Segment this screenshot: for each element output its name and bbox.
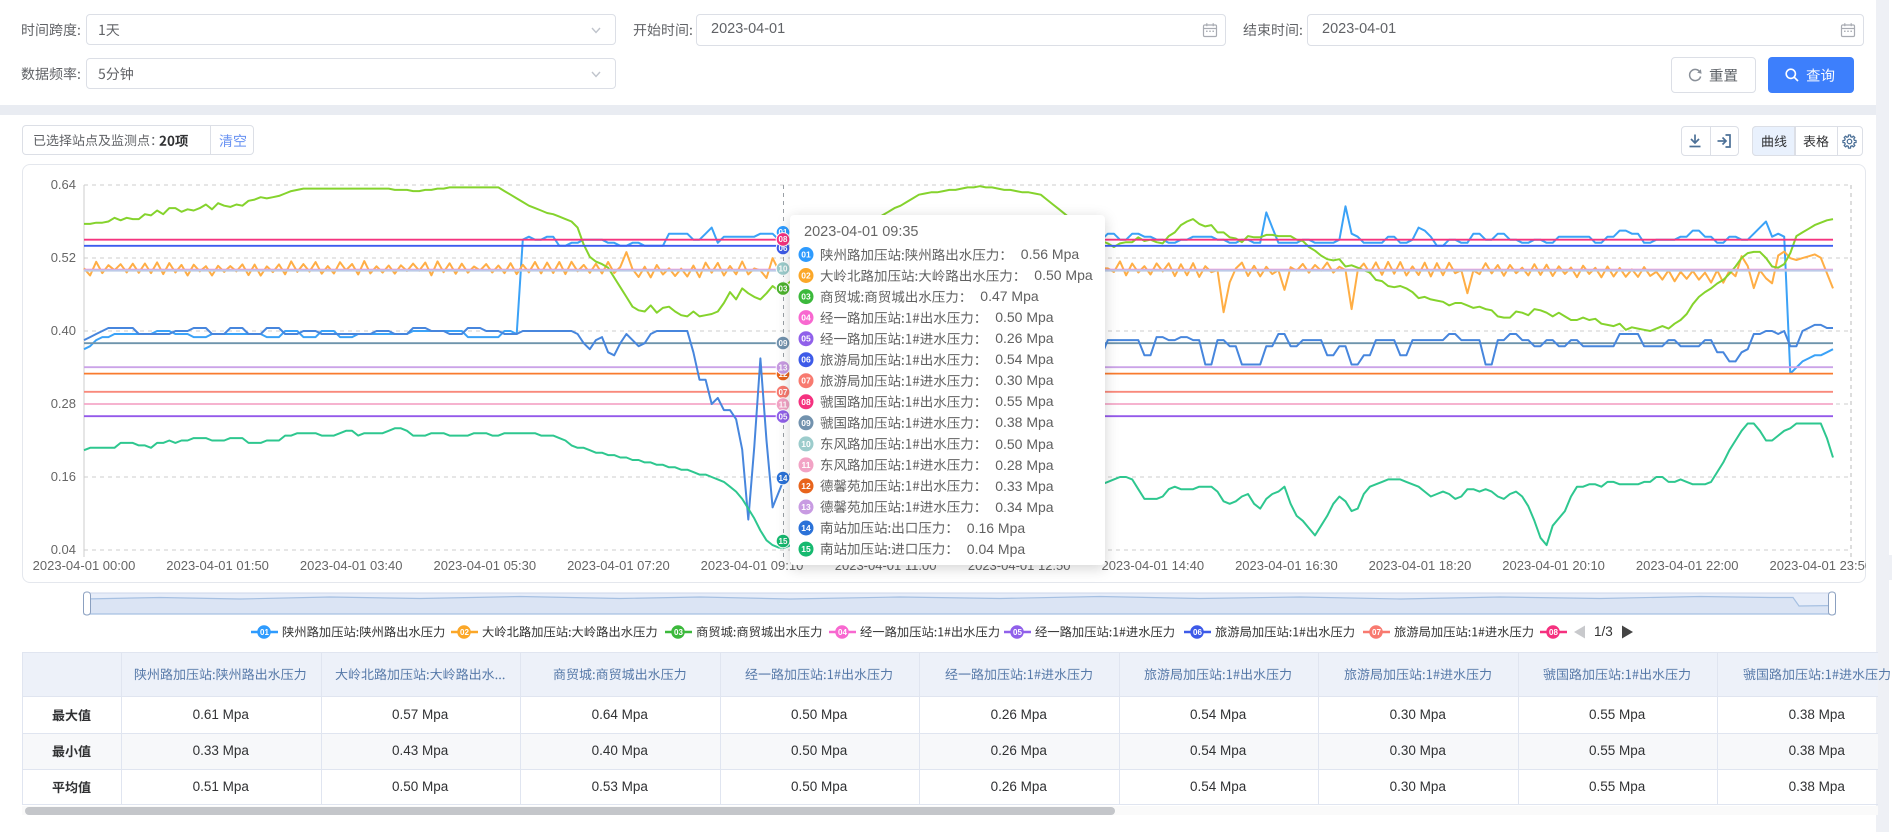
svg-text:08: 08 — [1549, 628, 1558, 637]
svg-text:05: 05 — [1013, 628, 1022, 637]
svg-text:06: 06 — [1193, 628, 1202, 637]
svg-text:01: 01 — [260, 628, 269, 637]
svg-text:02: 02 — [460, 628, 469, 637]
svg-text:07: 07 — [1372, 628, 1381, 637]
svg-text:03: 03 — [674, 628, 683, 637]
svg-text:04: 04 — [838, 628, 847, 637]
